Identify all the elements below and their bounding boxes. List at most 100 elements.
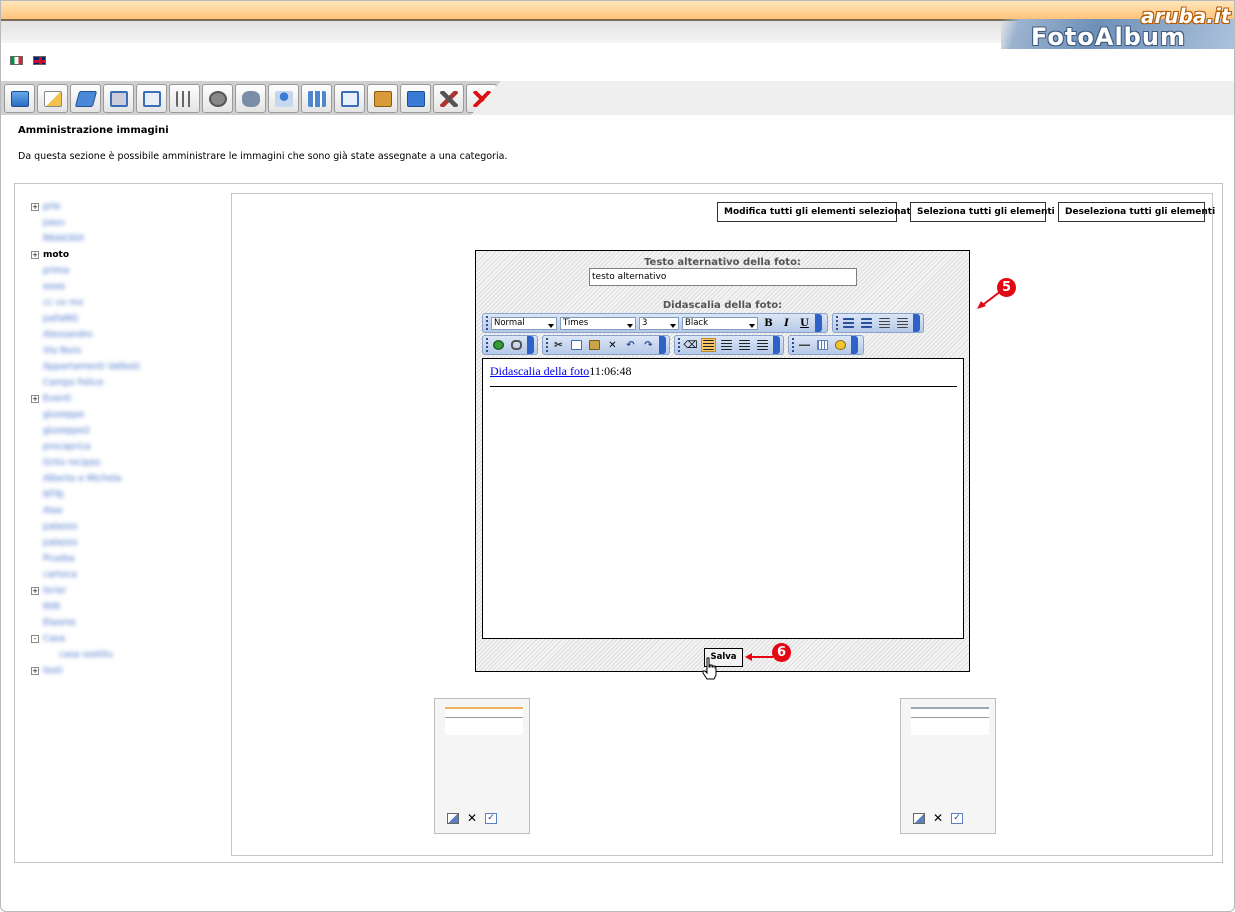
justify-icon[interactable]: [755, 338, 770, 352]
tree-item[interactable]: Prueba: [31, 551, 221, 567]
image-add-icon[interactable]: [103, 84, 134, 113]
delete-icon[interactable]: ✕: [467, 811, 477, 825]
tree-item[interactable]: pasu: [31, 215, 221, 231]
tools-icon[interactable]: [433, 84, 464, 113]
tree-item-label[interactable]: R64430X: [43, 231, 84, 247]
image-edit-icon[interactable]: [136, 84, 167, 113]
tree-item-label[interactable]: lorier: [43, 583, 66, 599]
alt-text-input[interactable]: [589, 268, 857, 286]
tree-item-label[interactable]: Alao: [43, 503, 63, 519]
image-thumbnail[interactable]: ✕ ✓: [434, 698, 530, 834]
album-icon[interactable]: [4, 84, 35, 113]
upload-icon[interactable]: [202, 84, 233, 113]
cut-icon[interactable]: ✂: [551, 338, 566, 352]
eraser-icon[interactable]: ⌫: [683, 338, 698, 352]
tree-item-label[interactable]: pasu: [43, 215, 65, 231]
expand-icon[interactable]: +: [31, 203, 39, 211]
tree-item[interactable]: prima: [31, 263, 221, 279]
tree-item-label[interactable]: pallaNG: [43, 311, 78, 327]
help-icon[interactable]: [400, 84, 431, 113]
checkbox-icon[interactable]: ✓: [485, 812, 498, 824]
copy-icon[interactable]: [569, 338, 584, 352]
tree-item-label[interactable]: Prueba: [43, 551, 74, 567]
tree-item[interactable]: procaprica: [31, 439, 221, 455]
category-icon[interactable]: [70, 84, 101, 113]
bullet-list-icon[interactable]: [841, 316, 856, 330]
tree-item-label[interactable]: moto: [43, 247, 69, 263]
tree-item[interactable]: palazzo: [31, 535, 221, 551]
edit-icon[interactable]: [913, 812, 925, 824]
undo-icon[interactable]: ↶: [623, 338, 638, 352]
tree-item[interactable]: + moto: [31, 247, 221, 263]
tree-item[interactable]: Via Nuro: [31, 343, 221, 359]
numbered-list-icon[interactable]: [859, 316, 874, 330]
tree-item-label[interactable]: Alessandro: [43, 327, 93, 343]
tree-item-label[interactable]: cc vv mx: [43, 295, 83, 311]
edit-icon[interactable]: [447, 812, 459, 824]
italian-flag-icon[interactable]: [10, 56, 23, 65]
size-select[interactable]: 3: [639, 316, 679, 330]
tree-item[interactable]: cc vv mx: [31, 295, 221, 311]
tree-item[interactable]: Appartamenti Vallesti: [31, 359, 221, 375]
camera-icon[interactable]: [235, 84, 266, 113]
tree-item-label[interactable]: Casa: [43, 631, 65, 647]
tree-item[interactable]: Elasme: [31, 615, 221, 631]
tree-item[interactable]: 606: [31, 599, 221, 615]
modify-selected-button[interactable]: Modifica tutti gli elementi selezionati: [717, 202, 914, 222]
tree-item[interactable]: Alao: [31, 503, 221, 519]
tree-item[interactable]: NT9j: [31, 487, 221, 503]
users-icon[interactable]: [268, 84, 299, 113]
underline-icon[interactable]: U: [797, 316, 812, 330]
indent-icon[interactable]: [895, 316, 910, 330]
tree-item-label[interactable]: procaprica: [43, 439, 91, 455]
tree-item-label[interactable]: Via Nuro: [43, 343, 81, 359]
tree-item-label[interactable]: Eventi: [43, 391, 71, 407]
caption-link[interactable]: Didascalia della foto: [490, 364, 589, 378]
tree-item-label[interactable]: prle: [43, 199, 60, 215]
delete-icon[interactable]: ✕: [933, 811, 943, 825]
tree-item-label[interactable]: Elasme: [43, 615, 76, 631]
tree-item[interactable]: Alessandro: [31, 327, 221, 343]
tree-item[interactable]: casa sostitu: [31, 647, 221, 663]
tree-item-label[interactable]: eeee: [43, 279, 65, 295]
thumbnail-preview[interactable]: [911, 707, 989, 735]
redo-icon[interactable]: ↷: [641, 338, 656, 352]
tree-item-label[interactable]: giuseppe2: [43, 423, 90, 439]
italic-icon[interactable]: I: [779, 316, 794, 330]
slideshow-icon[interactable]: [334, 84, 365, 113]
tree-item-label[interactable]: Campo Felice: [43, 375, 103, 391]
align-center-icon[interactable]: [719, 338, 734, 352]
tree-item[interactable]: Campo Felice: [31, 375, 221, 391]
expand-icon[interactable]: +: [31, 587, 39, 595]
tree-item[interactable]: giuseppe2: [31, 423, 221, 439]
expand-icon[interactable]: +: [31, 667, 39, 675]
tree-item[interactable]: cartoca: [31, 567, 221, 583]
tree-item[interactable]: giuseppe: [31, 407, 221, 423]
caption-editor[interactable]: Didascalia della foto11:06:48: [482, 358, 964, 639]
datetime-icon[interactable]: [833, 338, 848, 352]
checkbox-icon[interactable]: ✓: [951, 812, 964, 824]
delete-icon[interactable]: ✕: [605, 338, 620, 352]
thumbnails-icon[interactable]: [301, 84, 332, 113]
tree-item-label[interactable]: palazzo: [43, 519, 77, 535]
collapse-icon[interactable]: -: [31, 635, 39, 643]
tree-item-label[interactable]: cartoca: [43, 567, 77, 583]
tree-item[interactable]: + prle: [31, 199, 221, 215]
link-icon[interactable]: [491, 338, 506, 352]
bold-icon[interactable]: B: [761, 316, 776, 330]
tree-item-label[interactable]: Appartamenti Vallesti: [43, 359, 140, 375]
tree-item-label[interactable]: giuseppe: [43, 407, 84, 423]
tree-item[interactable]: Alberto e Michela: [31, 471, 221, 487]
edit-icon[interactable]: [37, 84, 68, 113]
font-select[interactable]: Times: [560, 316, 636, 330]
select-all-button[interactable]: Seleziona tutti gli elementi: [910, 202, 1055, 222]
tree-item[interactable]: + lorier: [31, 583, 221, 599]
thumbnail-preview[interactable]: [445, 707, 523, 735]
tree-item-label[interactable]: 606: [43, 599, 60, 615]
horizontal-rule-icon[interactable]: [797, 338, 812, 352]
tree-item[interactable]: pallaNG: [31, 311, 221, 327]
order-icon[interactable]: [169, 84, 200, 113]
tree-item[interactable]: + testi: [31, 663, 221, 679]
table-icon[interactable]: [815, 338, 830, 352]
expand-icon[interactable]: +: [31, 251, 39, 259]
